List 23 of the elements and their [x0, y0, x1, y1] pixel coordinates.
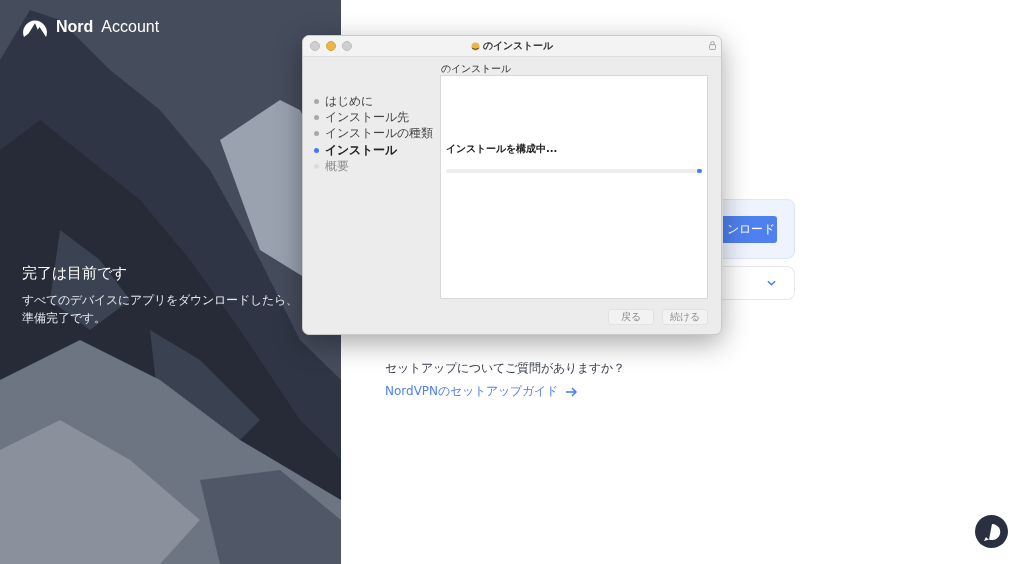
step-label: インストールの種類	[325, 125, 433, 143]
chat-button[interactable]	[975, 515, 1008, 548]
pane-heading: のインストール	[441, 62, 512, 75]
help-question: セットアップについてご質問がありますか？	[385, 360, 626, 377]
chat-bubble-icon	[981, 521, 1002, 542]
arrow-right-icon	[566, 386, 579, 397]
step-label: はじめに	[325, 92, 373, 110]
minimize-button[interactable]	[326, 41, 336, 51]
lock-icon	[709, 41, 716, 50]
dropdown-card[interactable]	[723, 266, 795, 300]
step-label: 概要	[325, 157, 349, 175]
window-title: のインストール	[483, 39, 553, 53]
step-label: インストール先	[325, 108, 409, 126]
download-button[interactable]: ンロード	[723, 215, 777, 243]
status-message: インストールを構成中...	[446, 142, 559, 156]
hero-title: 完了は目前です	[22, 264, 128, 283]
zoom-button[interactable]	[342, 41, 352, 51]
setup-guide-link[interactable]: NordVPNのセットアップガイド	[385, 383, 579, 400]
product-name: Account	[101, 18, 160, 36]
step-label: インストール	[325, 141, 397, 159]
hero-text: すべてのデバイスにアプリをダウンロードしたら、準備完了です。	[22, 292, 299, 327]
close-button[interactable]	[310, 41, 320, 51]
brand-name: Nord	[56, 18, 94, 36]
